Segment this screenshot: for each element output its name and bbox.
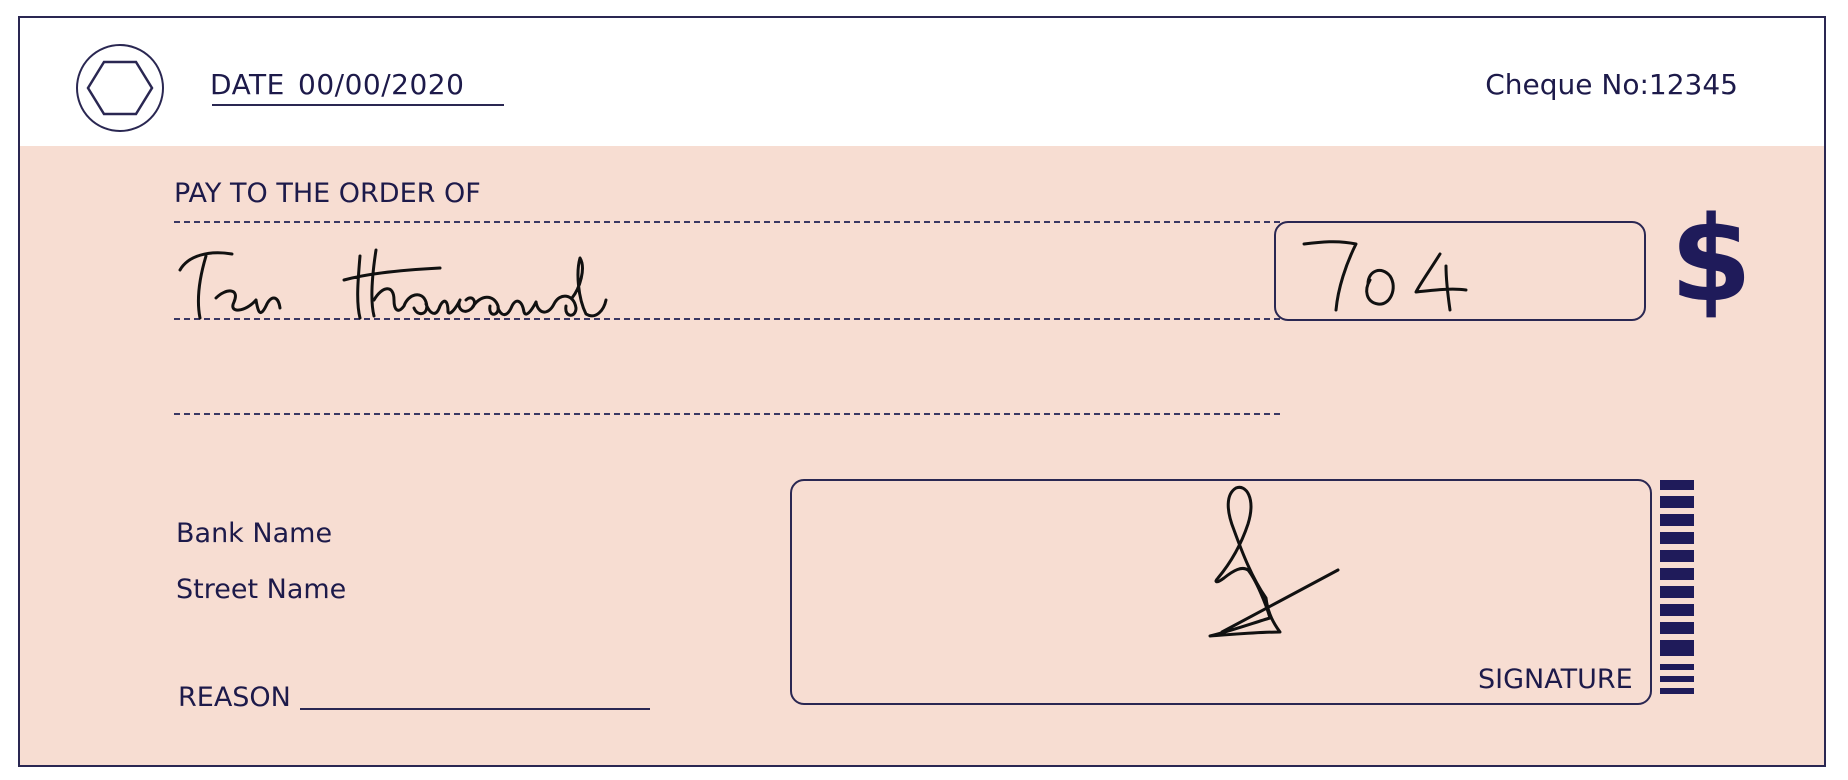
signature-mark (1208, 485, 1340, 638)
handwriting-layer (178, 240, 1468, 638)
handwritten-amount-words (178, 248, 608, 320)
cheque: DATE 00/00/2020 Cheque No:12345 PAY TO T… (18, 16, 1826, 767)
handwritten-amount-figure (1302, 240, 1468, 312)
